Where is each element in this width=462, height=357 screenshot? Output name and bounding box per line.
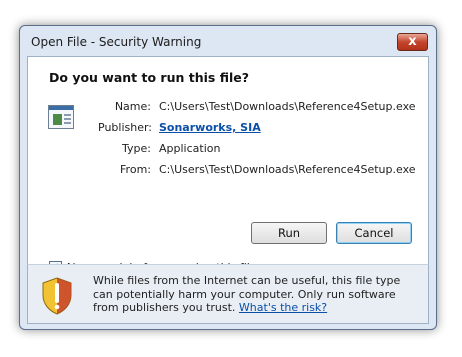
property-row-type: Type: Application xyxy=(98,142,416,163)
warning-footer: While files from the Internet can be use… xyxy=(27,264,429,324)
from-label: From: xyxy=(120,163,151,176)
property-row-publisher: Publisher: Sonarworks, SIA xyxy=(98,121,416,142)
dialog-heading: Do you want to run this file? xyxy=(49,70,249,85)
name-label: Name: xyxy=(114,100,151,113)
type-value: Application xyxy=(159,142,221,155)
dialog-window: Open File - Security Warning x Do you wa… xyxy=(19,25,437,330)
property-row-name: Name: C:\Users\Test\Downloads\Reference4S… xyxy=(98,100,416,121)
file-properties: Name: C:\Users\Test\Downloads\Reference4S… xyxy=(98,100,416,184)
title-bar[interactable]: Open File - Security Warning x xyxy=(20,26,436,54)
application-icon xyxy=(48,105,74,129)
warning-shield-icon xyxy=(42,277,72,315)
publisher-link[interactable]: Sonarworks, SIA xyxy=(159,121,261,134)
warning-text: While files from the Internet can be use… xyxy=(93,274,413,315)
cancel-button[interactable]: Cancel xyxy=(336,222,412,244)
from-value: C:\Users\Test\Downloads\Reference4Setup.… xyxy=(159,163,416,176)
name-value: C:\Users\Test\Downloads\Reference4Setup.… xyxy=(159,100,416,113)
close-button[interactable]: x xyxy=(397,33,428,51)
type-label: Type: xyxy=(122,142,151,155)
window-title: Open File - Security Warning xyxy=(31,35,202,49)
whats-the-risk-link[interactable]: What's the risk? xyxy=(239,301,327,314)
property-row-from: From: C:\Users\Test\Downloads\Reference4S… xyxy=(98,163,416,184)
run-button[interactable]: Run xyxy=(251,222,327,244)
publisher-label: Publisher: xyxy=(98,121,153,134)
